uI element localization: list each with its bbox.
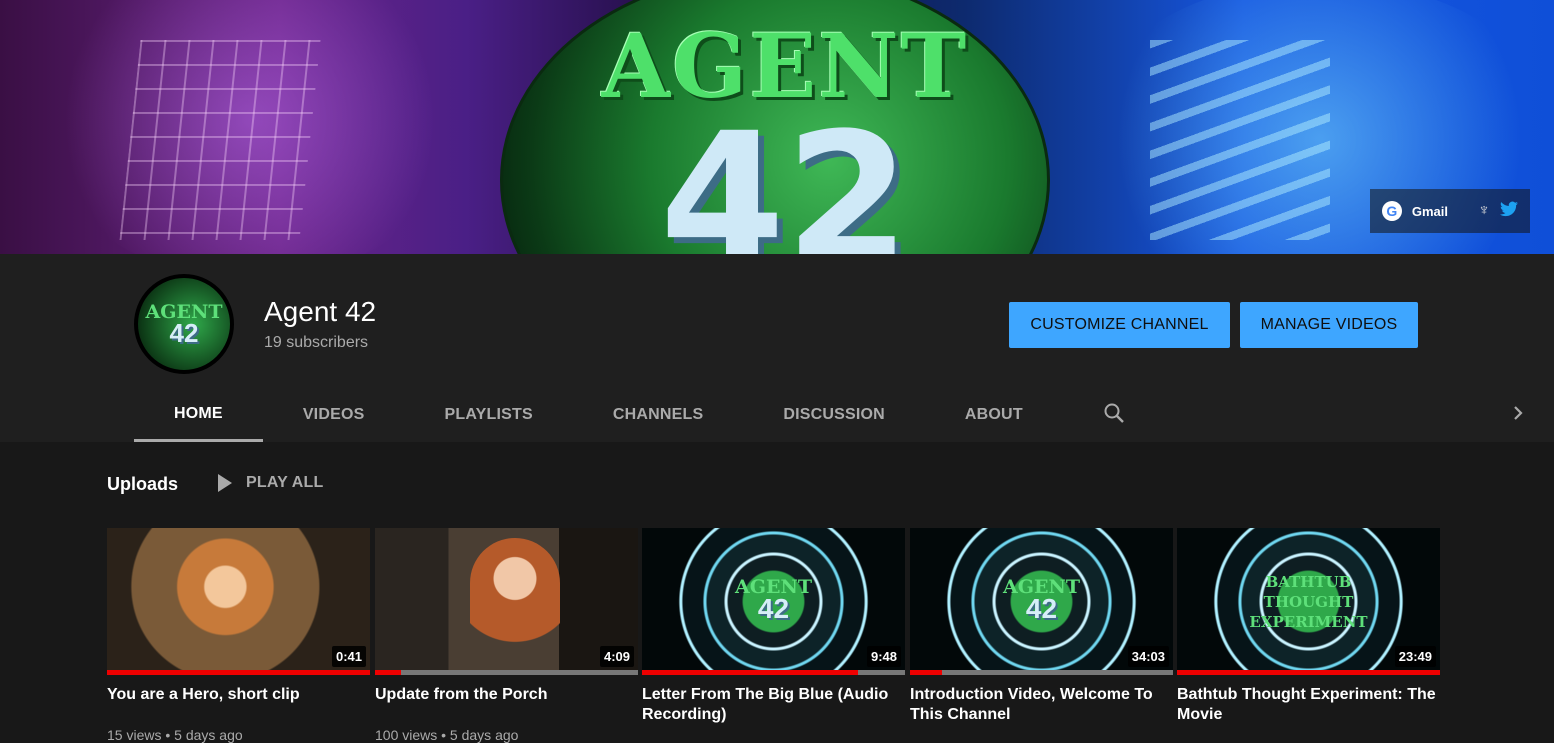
trophy-icon[interactable]: ♆	[1478, 202, 1490, 220]
banner-logo-line2: 42	[659, 95, 911, 255]
watch-progress-bar	[910, 670, 1173, 675]
channel-banner: AGENT 42 G Gmail ♆	[0, 0, 1554, 254]
watch-progress-bar	[107, 670, 370, 675]
video-card[interactable]: AGENT 42 9:48 Letter From The Big Blue (…	[642, 528, 905, 727]
video-thumbnail[interactable]: 0:41	[107, 528, 370, 675]
video-thumbnail[interactable]: AGENT 42 34:03	[910, 528, 1173, 675]
video-thumbnail[interactable]: BATHTUB THOUGHT EXPERIMENT 23:49	[1177, 528, 1440, 675]
uploads-heading[interactable]: Uploads	[107, 474, 178, 495]
avatar-line2: 42	[169, 318, 199, 348]
video-title[interactable]: Bathtub Thought Experiment: The Movie	[1177, 685, 1440, 725]
subscriber-count: 19 subscribers	[264, 334, 369, 351]
watch-progress-bar	[1177, 670, 1440, 675]
tab-videos[interactable]: VIDEOS	[263, 388, 405, 442]
video-thumbnail[interactable]: AGENT 42 9:48	[642, 528, 905, 675]
chevron-right-icon[interactable]	[1506, 401, 1530, 425]
video-card[interactable]: AGENT 42 34:03 Introduction Video, Welco…	[910, 528, 1173, 727]
watch-progress-bar	[375, 670, 638, 675]
gmail-link[interactable]: Gmail	[1412, 204, 1448, 219]
channel-tabs: HOME VIDEOS PLAYLISTS CHANNELS DISCUSSIO…	[134, 388, 1063, 442]
manage-videos-button[interactable]: MANAGE VIDEOS	[1240, 302, 1418, 348]
video-duration: 23:49	[1394, 646, 1436, 667]
video-card[interactable]: BATHTUB THOUGHT EXPERIMENT 23:49 Bathtub…	[1177, 528, 1440, 727]
video-thumbnail[interactable]: 4:09	[375, 528, 638, 675]
tab-home[interactable]: HOME	[134, 388, 263, 442]
video-meta: 100 views • 5 days ago	[375, 727, 519, 743]
tab-discussion[interactable]: DISCUSSION	[743, 388, 925, 442]
tab-about[interactable]: ABOUT	[925, 388, 1063, 442]
video-duration: 34:03	[1127, 646, 1169, 667]
video-title[interactable]: Update from the Porch	[375, 685, 638, 725]
channel-header: AGENT 42 Agent 42 19 subscribers CUSTOMI…	[0, 254, 1554, 442]
channel-avatar[interactable]: AGENT 42	[134, 274, 234, 374]
watch-progress-bar	[642, 670, 905, 675]
video-card[interactable]: 4:09 Update from the Porch 100 views • 5…	[375, 528, 638, 743]
customize-channel-button[interactable]: CUSTOMIZE CHANNEL	[1009, 302, 1230, 348]
play-all-label: PLAY ALL	[246, 474, 324, 491]
play-all-button[interactable]: PLAY ALL	[218, 474, 323, 492]
video-title[interactable]: You are a Hero, short clip	[107, 685, 370, 725]
video-duration: 4:09	[599, 646, 634, 667]
video-card[interactable]: 0:41 You are a Hero, short clip 15 views…	[107, 528, 370, 743]
video-title[interactable]: Introduction Video, Welcome To This Chan…	[910, 685, 1173, 725]
video-duration: 9:48	[866, 646, 901, 667]
video-title[interactable]: Letter From The Big Blue (Audio Recordin…	[642, 685, 905, 725]
play-icon	[218, 474, 232, 492]
google-icon[interactable]: G	[1381, 201, 1402, 221]
search-icon[interactable]	[1102, 401, 1126, 425]
video-duration: 0:41	[331, 646, 366, 667]
tab-channels[interactable]: CHANNELS	[573, 388, 744, 442]
twitter-icon[interactable]	[1500, 201, 1518, 222]
video-meta: 15 views • 5 days ago	[107, 727, 243, 743]
banner-links: G Gmail ♆	[1369, 189, 1530, 233]
tab-playlists[interactable]: PLAYLISTS	[404, 388, 572, 442]
channel-name: Agent 42	[264, 296, 377, 327]
